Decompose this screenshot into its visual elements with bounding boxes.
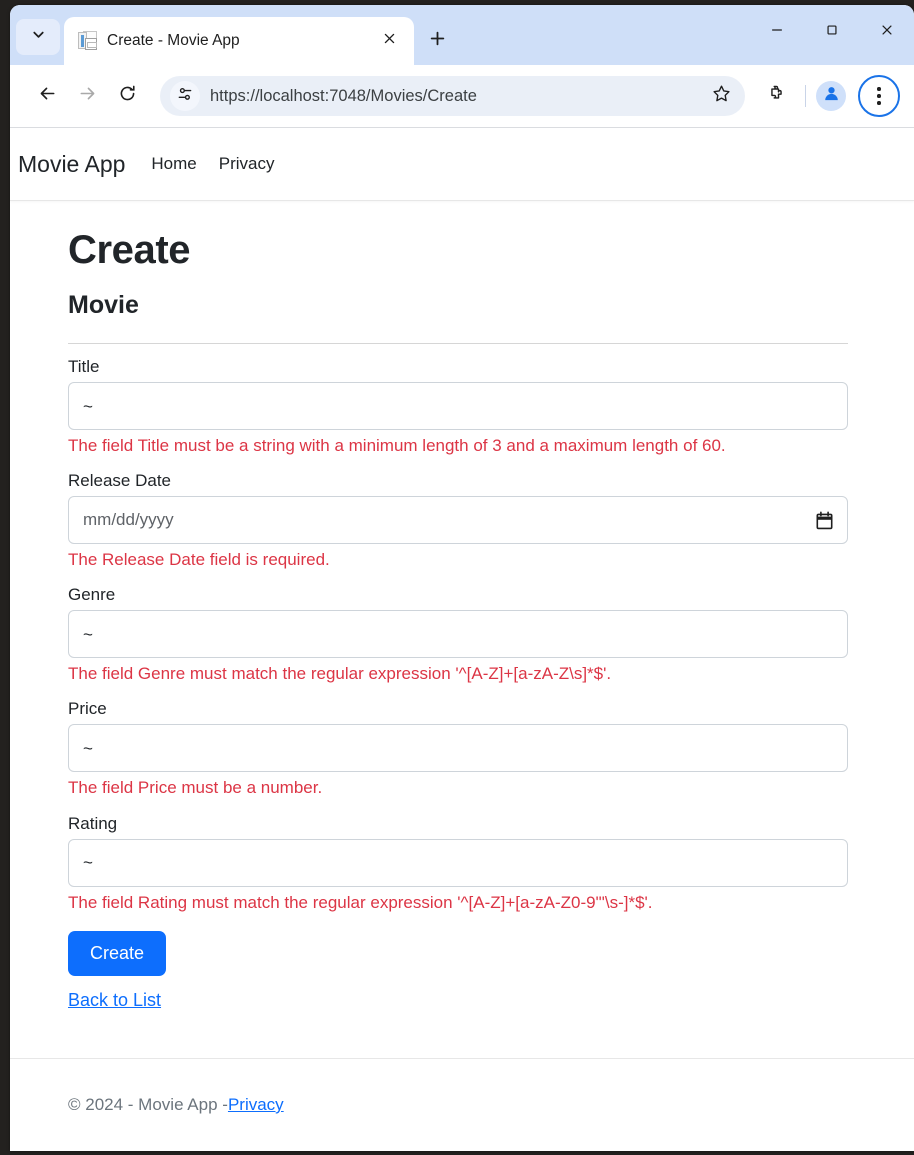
close-icon [383,32,396,50]
label-rating: Rating [68,814,848,834]
label-price: Price [68,699,848,719]
nav-link-home[interactable]: Home [151,154,196,174]
address-bar[interactable]: https://localhost:7048/Movies/Create [160,76,745,116]
browser-navigation-bar: https://localhost:7048/Movies/Create [10,65,914,127]
form-actions: Create [68,915,848,976]
label-genre: Genre [68,585,848,605]
tab-title: Create - Movie App [107,32,366,50]
forward-button[interactable] [68,77,106,115]
new-tab-button[interactable] [420,24,454,58]
divider [68,343,848,344]
create-submit-button[interactable]: Create [68,931,166,976]
price-error-message: The field Price must be a number. [68,776,848,800]
browser-window: Create - Movie App [10,5,914,1151]
genre-input[interactable]: ~ [68,610,848,658]
label-release-date: Release Date [68,471,848,491]
person-avatar-icon [822,84,841,108]
puzzle-piece-icon [767,84,786,108]
site-settings-button[interactable] [170,81,200,111]
release-date-placeholder: mm/dd/yyyy [83,510,174,530]
footer-copyright: © 2024 - Movie App - [68,1095,228,1115]
browser-tab-strip: Create - Movie App [10,5,914,65]
page-content: Create Movie Title ~ The field Title mus… [10,201,914,1011]
label-title: Title [68,357,848,377]
browser-tab-active[interactable]: Create - Movie App [64,17,414,65]
page-subtitle: Movie [68,291,914,320]
site-brand-link[interactable]: Movie App [18,151,125,178]
site-footer: © 2024 - Movie App - Privacy [10,1058,914,1151]
price-input-value: ~ [83,740,93,757]
bookmark-button[interactable] [705,80,737,112]
chevron-down-icon [31,27,46,47]
reload-button[interactable] [108,77,146,115]
arrow-left-icon [38,84,57,108]
back-to-list-row: Back to List [68,976,914,1011]
extensions-button[interactable] [757,77,795,115]
footer-privacy-link[interactable]: Privacy [228,1095,284,1115]
browser-menu-button[interactable] [858,75,900,117]
nav-link-privacy[interactable]: Privacy [219,154,275,174]
desktop-background: Create - Movie App [0,0,914,1155]
page-title: Create [68,227,914,273]
page-viewport: Movie App Home Privacy Create Movie Titl… [10,127,914,1151]
title-input[interactable]: ~ [68,382,848,430]
minimize-icon [770,23,784,42]
tune-sliders-icon [177,86,193,107]
release-date-input[interactable]: mm/dd/yyyy [68,496,848,544]
site-navbar: Movie App Home Privacy [10,128,914,201]
reload-icon [118,84,137,108]
window-minimize-button[interactable] [749,5,804,59]
profile-avatar-button[interactable] [816,81,846,111]
close-icon [880,23,894,42]
title-input-value: ~ [83,398,93,415]
price-input[interactable]: ~ [68,724,848,772]
release-date-error-message: The Release Date field is required. [68,548,848,572]
arrow-right-icon [78,84,97,108]
calendar-icon[interactable] [816,511,833,530]
star-icon [712,84,731,108]
genre-error-message: The field Genre must match the regular e… [68,662,848,686]
tab-close-button[interactable] [376,28,402,54]
back-button[interactable] [28,77,66,115]
rating-error-message: The field Rating must match the regular … [68,891,848,915]
toolbar-divider [805,85,806,107]
document-pages-icon [78,31,97,51]
maximize-icon [825,23,839,42]
genre-input-value: ~ [83,626,93,643]
plus-icon [429,30,446,52]
rating-input[interactable]: ~ [68,839,848,887]
window-maximize-button[interactable] [804,5,859,59]
window-close-button[interactable] [859,5,914,59]
rating-input-value: ~ [83,854,93,871]
back-to-list-link[interactable]: Back to List [68,990,161,1011]
window-controls [749,5,914,59]
tab-search-button[interactable] [16,19,60,55]
three-dots-vertical-icon [877,86,881,106]
site-nav-links: Home Privacy [151,154,274,174]
title-error-message: The field Title must be a string with a … [68,434,848,458]
movie-create-form: Title ~ The field Title must be a string… [68,357,848,976]
url-text[interactable]: https://localhost:7048/Movies/Create [210,87,705,106]
